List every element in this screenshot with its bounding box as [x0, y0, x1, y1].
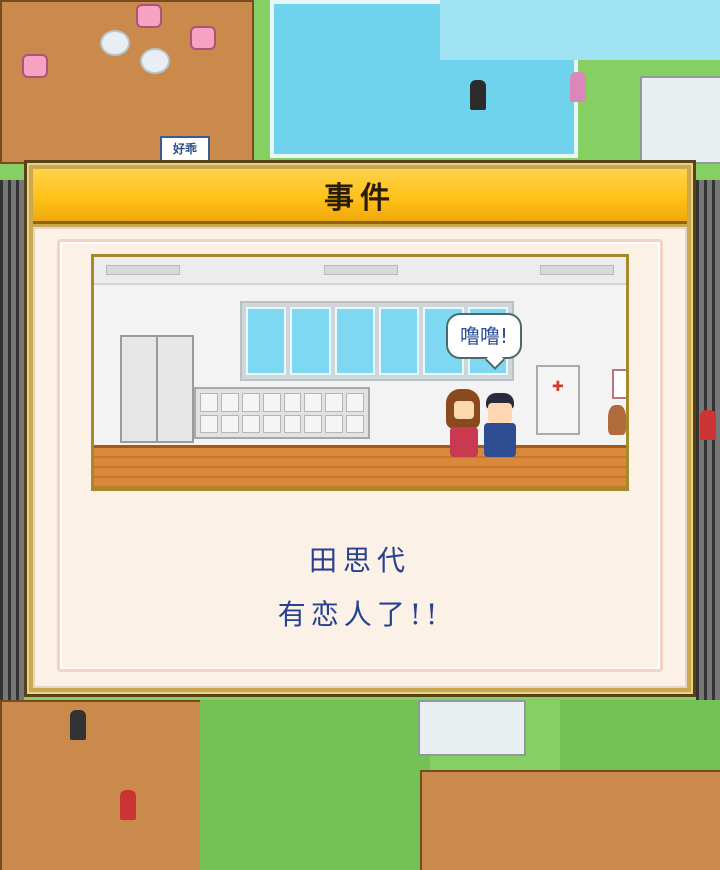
- building-roof: [640, 76, 720, 164]
- map-sign: 好乖: [160, 136, 210, 162]
- panda-sprite: [470, 80, 486, 110]
- student-sprite[interactable]: [70, 710, 86, 740]
- lawn: [560, 700, 720, 770]
- student-sprite[interactable]: [120, 790, 136, 820]
- vase: [608, 405, 626, 435]
- ceiling-lamp: [324, 265, 398, 275]
- shoe-lockers: [194, 387, 370, 439]
- red-cross-icon: ✚: [552, 379, 564, 395]
- snowy-tree: [140, 48, 170, 74]
- event-text: 有恋人了!!: [277, 598, 443, 631]
- ceiling-lamp: [540, 265, 614, 275]
- dialog-title: 事件: [324, 181, 396, 216]
- student-sprite[interactable]: [700, 410, 716, 440]
- ceiling: [94, 257, 626, 285]
- ceiling-lamp: [106, 265, 180, 275]
- first-aid-cabinet: ✚: [536, 365, 580, 435]
- boy-character: [482, 393, 518, 465]
- rabbit-sprite: [190, 26, 216, 50]
- classroom-building: [0, 700, 204, 870]
- snowy-tree: [100, 30, 130, 56]
- fence: [696, 180, 720, 700]
- student-sprite[interactable]: [570, 72, 586, 102]
- fence: [0, 180, 24, 700]
- wall-poster: [612, 369, 626, 399]
- water-area: [440, 0, 720, 60]
- school-building: [420, 770, 720, 870]
- sports-ground: [200, 700, 430, 870]
- rabbit-sprite: [22, 54, 48, 78]
- event-message: 田思代 有恋人了!!: [27, 539, 693, 633]
- speech-bubble-text: 噜噜!: [460, 324, 509, 348]
- character-name: 田思代: [308, 544, 411, 577]
- door: [156, 335, 194, 443]
- window-pane: [334, 307, 375, 375]
- dialog-header: 事件: [33, 169, 687, 224]
- rabbit-pen: [0, 0, 254, 164]
- building-roof: [418, 700, 526, 756]
- wooden-floor: [94, 445, 626, 488]
- speech-bubble: 噜噜!: [446, 313, 523, 370]
- event-scene-image: ✚ 噜噜!: [91, 254, 629, 491]
- window-pane: [378, 307, 420, 375]
- door: [120, 335, 158, 443]
- rabbit-sprite: [136, 4, 162, 28]
- girl-character: [446, 389, 480, 465]
- event-dialog[interactable]: 事件 ✚ 噜噜! 田思代 有恋人了!!: [24, 160, 696, 697]
- window-pane: [246, 307, 287, 375]
- window-pane: [290, 307, 331, 375]
